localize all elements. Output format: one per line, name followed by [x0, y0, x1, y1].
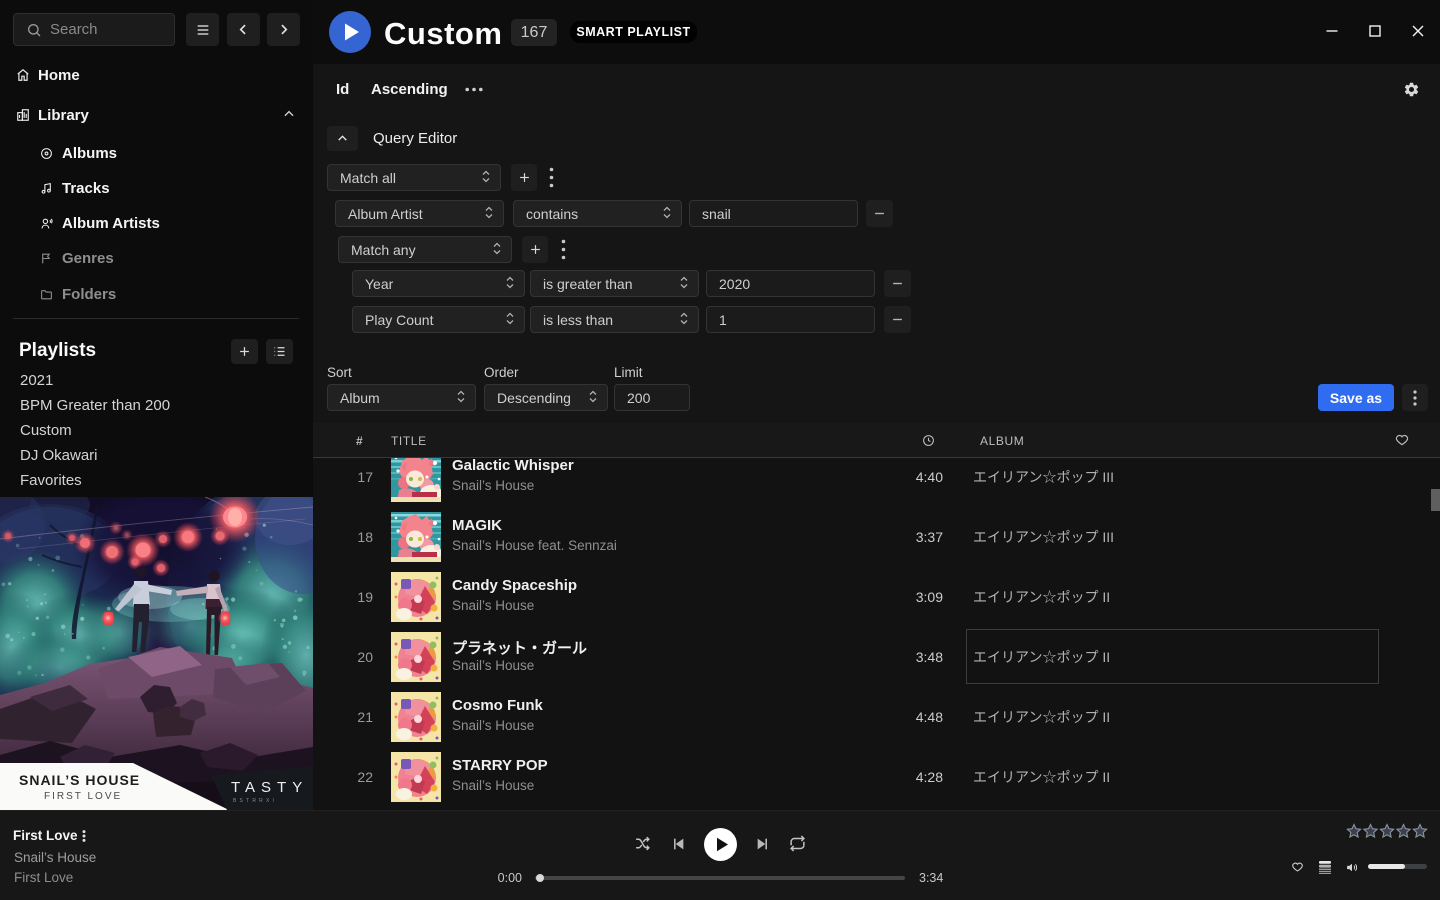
svg-text:SNAIL’S HOUSE: SNAIL’S HOUSE [19, 772, 140, 788]
svg-text:FIRST LOVE: FIRST LOVE [44, 791, 122, 802]
svg-text:BSTRRXI: BSTRRXI [233, 798, 277, 804]
svg-text:TASTY: TASTY [231, 779, 308, 796]
